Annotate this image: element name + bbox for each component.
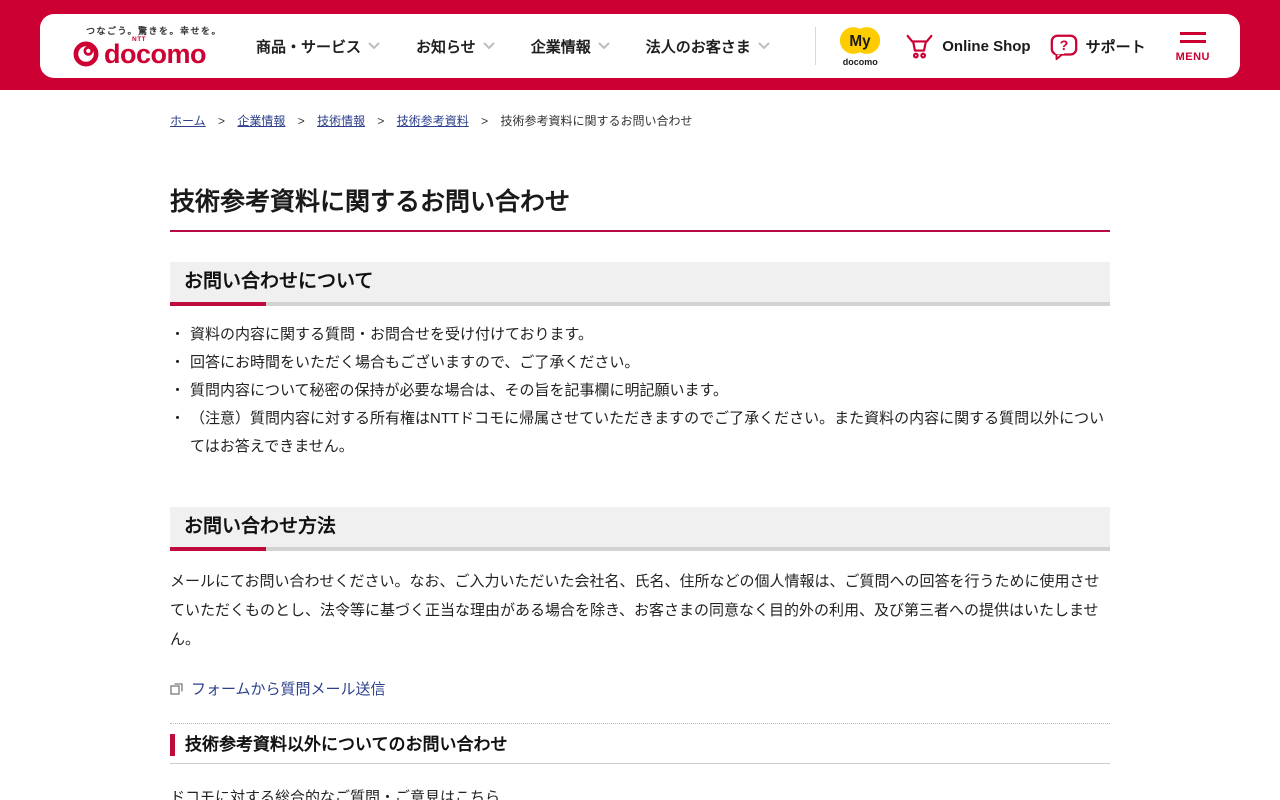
docomo-logo[interactable]: つなごう。驚きを。幸せを。 NTT docomo: [72, 24, 222, 68]
list-item: ・ （注意）質問内容に対する所有権はNTTドコモに帰属させていただきますのでご了…: [170, 405, 1110, 461]
section-heading-about: お問い合わせについて: [184, 271, 374, 292]
bullet-text: 質問内容について秘密の保持が必要な場合は、その旨を記事欄に明記願います。: [190, 382, 729, 399]
nav-item-label: 企業情報: [530, 38, 591, 56]
other-heading: 技術参考資料以外についてのお問い合わせ: [170, 734, 1110, 756]
list-item: ・ 回答にお時間をいただく場合もございますので、ご了承ください。: [170, 349, 1110, 377]
nav-item-corporate[interactable]: 企業情報: [531, 36, 610, 57]
chevron-down-icon: [482, 42, 495, 50]
chevron-down-icon: [758, 42, 770, 50]
breadcrumb-link-technology[interactable]: 技術情報: [317, 114, 365, 128]
breadcrumb-separator: >: [297, 114, 305, 128]
bullet-marker: ・: [170, 354, 186, 371]
header-actions: My docomo Online Shop ? サポート MENU: [815, 25, 1214, 67]
online-shop-link[interactable]: Online Shop: [904, 31, 1031, 61]
cart-icon: [904, 31, 935, 61]
page-title: 技術参考資料に関するお問い合わせ: [170, 187, 1110, 232]
docomo-logo-icon: [72, 40, 100, 68]
main-nav: 商品・サービス お知らせ 企業情報 法人のお客さま: [256, 36, 770, 57]
form-mail-link-row: フォームから質問メール送信: [170, 678, 1110, 699]
main-content: 技術参考資料に関するお問い合わせ お問い合わせについて ・ 資料の内容に関する質…: [170, 187, 1110, 800]
other-body: ドコモに対する総合的なご質問・ご意見はこちら: [170, 789, 501, 800]
support-link[interactable]: ? サポート: [1049, 31, 1146, 61]
breadcrumb-link-home[interactable]: ホーム: [170, 114, 206, 128]
chevron-down-icon: [368, 42, 380, 50]
other-heading-wrap: 技術参考資料以外についてのお問い合わせ: [170, 734, 1110, 764]
nav-item-label: 商品・サービス: [255, 38, 361, 56]
about-bullet-list: ・ 資料の内容に関する質問・お問合せを受け付けております。 ・ 回答にお時間をい…: [170, 321, 1110, 461]
menu-button[interactable]: MENU: [1176, 30, 1210, 63]
breadcrumb-current: 技術参考資料に関するお問い合わせ: [500, 114, 693, 128]
bullet-text: （注意）質問内容に対する所有権はNTTドコモに帰属させていただきますのでご了承く…: [190, 410, 1105, 455]
section-heading-bar-method: お問い合わせ方法: [170, 507, 1110, 551]
help-icon: ?: [1049, 31, 1079, 61]
svg-text:My: My: [850, 33, 872, 50]
breadcrumb-separator: >: [481, 114, 489, 128]
nav-item-label: 法人のお客さま: [645, 38, 751, 56]
section-heading-method: お問い合わせ方法: [184, 516, 337, 537]
breadcrumb-separator: >: [377, 114, 385, 128]
section-heading-bar-about: お問い合わせについて: [170, 262, 1110, 306]
external-link-icon: [170, 682, 183, 695]
method-body: メールにてお問い合わせください。なお、ご入力いただいた会社名、氏名、住所などの個…: [170, 573, 1100, 648]
my-docomo-label: docomo: [842, 57, 878, 67]
section-other: 技術参考資料以外についてのお問い合わせ ドコモに対する総合的なご質問・ご意見はこ…: [170, 723, 1110, 800]
form-mail-link[interactable]: フォームから質問メール送信: [191, 678, 386, 699]
chevron-down-icon: [597, 42, 610, 50]
site-header: つなごう。驚きを。幸せを。 NTT docomo 商品・サービス お知らせ 企業…: [0, 0, 1280, 90]
ntt-label: NTT: [132, 36, 147, 43]
breadcrumb-separator: >: [217, 114, 225, 128]
hamburger-icon: [1179, 30, 1206, 46]
section-about: お問い合わせについて ・ 資料の内容に関する質問・お問合せを受け付けております。…: [170, 262, 1110, 461]
nav-item-business[interactable]: 法人のお客さま: [646, 36, 770, 57]
menu-label: MENU: [1175, 50, 1210, 63]
nav-item-label: お知らせ: [415, 38, 476, 56]
header-divider: [815, 27, 817, 65]
my-docomo-icon: My: [838, 25, 882, 56]
top-navbar: つなごう。驚きを。幸せを。 NTT docomo 商品・サービス お知らせ 企業…: [40, 14, 1240, 78]
breadcrumb-link-reference-docs[interactable]: 技術参考資料: [397, 114, 469, 128]
nav-item-news[interactable]: お知らせ: [416, 36, 495, 57]
bullet-marker: ・: [170, 410, 186, 427]
list-item: ・ 質問内容について秘密の保持が必要な場合は、その旨を記事欄に明記願います。: [170, 377, 1110, 405]
bullet-text: 回答にお時間をいただく場合もございますので、ご了承ください。: [190, 354, 640, 371]
bullet-marker: ・: [170, 382, 186, 399]
online-shop-label: Online Shop: [942, 37, 1031, 55]
bullet-marker: ・: [170, 326, 186, 343]
svg-text:?: ?: [1059, 37, 1068, 53]
bullet-text: 資料の内容に関する質問・お問合せを受け付けております。: [190, 326, 594, 343]
breadcrumb: ホーム > 企業情報 > 技術情報 > 技術参考資料 > 技術参考資料に関するお…: [170, 90, 1110, 129]
docomo-wordmark: docomo: [104, 39, 207, 69]
my-docomo-link[interactable]: My docomo: [834, 25, 886, 67]
section-method: お問い合わせ方法 メールにてお問い合わせください。なお、ご入力いただいた会社名、…: [170, 507, 1110, 699]
brand-tagline: つなごう。驚きを。幸せを。: [86, 26, 222, 36]
nav-item-products[interactable]: 商品・サービス: [256, 36, 380, 57]
support-label: サポート: [1085, 38, 1146, 56]
breadcrumb-link-corporate[interactable]: 企業情報: [237, 114, 285, 128]
list-item: ・ 資料の内容に関する質問・お問合せを受け付けております。: [170, 321, 1110, 349]
